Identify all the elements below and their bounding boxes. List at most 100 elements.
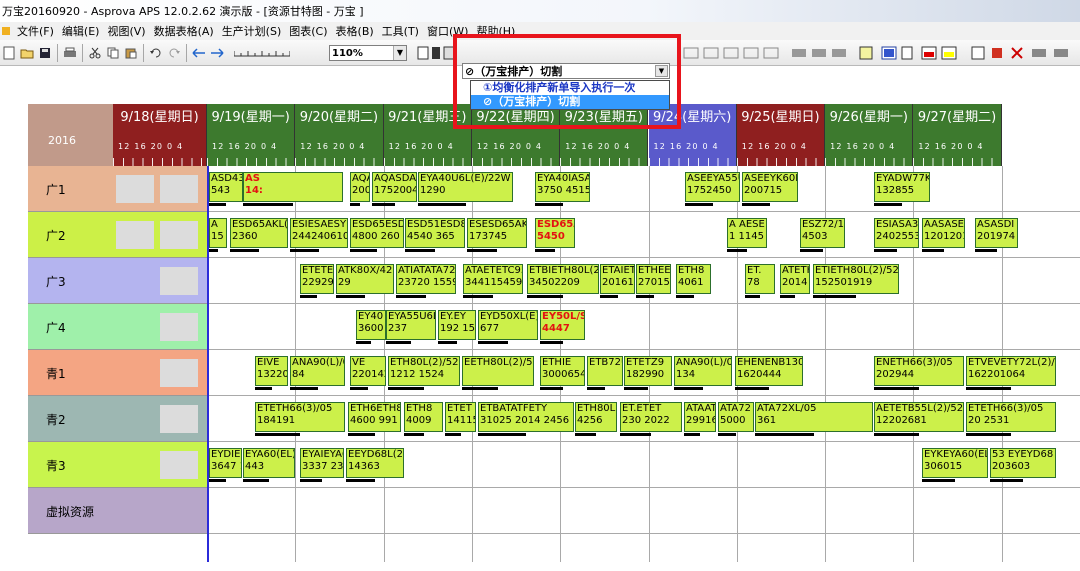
operation-bar[interactable]: ET.ETET 230 2022 — [620, 402, 682, 432]
dropdown-option-selected[interactable]: ⊘（万宝排产）切割 — [471, 95, 669, 109]
operation-bar[interactable]: EYDIE3647 15 — [209, 448, 242, 478]
operation-bar[interactable]: A AESE 1 1145 — [727, 218, 767, 248]
back-icon[interactable] — [190, 44, 208, 62]
chevron-down-icon[interactable]: ▼ — [393, 46, 406, 60]
print-icon[interactable] — [61, 44, 79, 62]
operation-bar[interactable]: EIVE1322013 — [255, 356, 288, 386]
operation-bar[interactable]: ETHIE 3000654 — [540, 356, 585, 386]
operation-bar[interactable]: EYA60(EL)/443 — [243, 448, 295, 478]
operation-bar[interactable]: ETVEVETY72L(2)/162201064 — [966, 356, 1056, 386]
paste-icon[interactable] — [122, 44, 140, 62]
operation-bar[interactable]: EHENENB130/08.3001620444 — [735, 356, 803, 386]
operation-bar[interactable]: ATAETETC95/42TH344115459 — [463, 264, 523, 294]
operation-bar[interactable]: EYA55U6L(E)237 — [386, 310, 436, 340]
chevron-down-icon[interactable]: ▼ — [655, 65, 668, 77]
menu-file[interactable]: 文件(F) — [13, 23, 58, 39]
operation-bar[interactable]: ESD65AKL(2)/2360 — [230, 218, 288, 248]
operation-bar[interactable]: ATK80X/42 29 — [336, 264, 394, 294]
dropdown-option[interactable]: ①均衡化排产新单导入执行一次 — [471, 81, 669, 95]
menu-production-plan[interactable]: 生产计划(S) — [218, 23, 286, 39]
operation-bar[interactable]: EYKEYA60(EL)/S306015 — [922, 448, 988, 478]
operation-bar[interactable]: 53 EYEYD68 203603 — [990, 448, 1056, 478]
operation-bar[interactable]: ATA72 5000 — [718, 402, 754, 432]
operation-bar[interactable]: ESIESAESY72U6(L)244240610 — [290, 218, 348, 248]
operation-bar[interactable]: EY.EY 192 15 — [438, 310, 476, 340]
operation-bar[interactable]: EEYD68L(2E)/04/S.30014363 — [346, 448, 404, 478]
save-icon[interactable] — [36, 44, 54, 62]
menu-help[interactable]: 帮助(H) — [472, 23, 519, 39]
menu-window[interactable]: 窗口(W) — [423, 23, 472, 39]
operation-bar[interactable]: ETH80L(2)/52EVI1212 1524 — [388, 356, 460, 386]
operation-bar[interactable]: EETH80L(2)/56. — [462, 356, 534, 386]
zoom-select[interactable]: 110% ▼ — [329, 45, 407, 61]
operation-bar[interactable]: ETBATATFETY 31025 2014 2456 — [478, 402, 574, 432]
operation-bar[interactable]: ETH8 4009 — [404, 402, 443, 432]
operation-bar[interactable]: ANA90(L)/0284 — [290, 356, 345, 386]
operation-bar[interactable]: ASEEYA55U6L(E)/21752450 — [685, 172, 740, 202]
operation-bar[interactable]: ETB72U6/06 — [587, 356, 623, 386]
operation-bar[interactable]: ETET 14115 — [445, 402, 476, 432]
operation-bar[interactable]: ETH80L 4256 — [575, 402, 617, 432]
operation-bar[interactable]: EY50L/S 4447 — [540, 310, 585, 340]
operation-bar[interactable]: EYD50XL(E). 677 — [478, 310, 538, 340]
operation-bar[interactable]: VE2201424 — [350, 356, 386, 386]
menu-data-table[interactable]: 数据表格(A) — [150, 23, 218, 39]
operation-bar[interactable]: ETAIETH2016159 — [600, 264, 635, 294]
operation-code: EHENENB130/08.300 — [737, 357, 802, 368]
cut-icon[interactable] — [86, 44, 104, 62]
operation-bar[interactable]: ATA72XL/05 361 — [755, 402, 873, 432]
resource-row-label[interactable]: 虚拟资源 — [28, 488, 207, 534]
new-icon[interactable] — [0, 44, 18, 62]
operation-bar[interactable]: ATAATA299166 — [684, 402, 716, 432]
operation-bar[interactable]: AASASE120120143 — [922, 218, 965, 248]
operation-bar[interactable]: ATETH72L(2)/522014 19 — [780, 264, 810, 294]
menu-table[interactable]: 表格(B) — [332, 23, 378, 39]
operation-bar[interactable]: ESZ72/1 4503 — [800, 218, 845, 248]
operation-bar[interactable]: ESD65ESD51A(L)/4800 260 — [350, 218, 404, 248]
operation-bar[interactable]: EYA40IASASAQAS3750 451516175 — [535, 172, 590, 202]
menu-view[interactable]: 视图(V) — [103, 23, 149, 39]
operation-bar[interactable]: ETHEET2701593 — [636, 264, 671, 294]
operation-bar[interactable]: ETETH66(3)/05 20 2531 — [966, 402, 1056, 432]
operation-bar[interactable]: ESD51ESD80A(L)/24540 365 — [405, 218, 465, 248]
menu-edit[interactable]: 编辑(E) — [58, 23, 104, 39]
redo-icon[interactable] — [165, 44, 183, 62]
operation-bar[interactable]: ASEEYK60L(E)/2200715 — [742, 172, 798, 202]
operation-bar[interactable]: ETETZ9 182990 — [624, 356, 672, 386]
open-icon[interactable] — [18, 44, 36, 62]
progress-bar — [463, 295, 493, 298]
ruler-icon[interactable] — [232, 44, 292, 62]
forward-icon[interactable] — [208, 44, 226, 62]
operation-bar[interactable]: ETH8 4061 — [676, 264, 711, 294]
operation-bar[interactable]: ESD65AKL/12I5450 — [535, 218, 575, 248]
scheduling-command-select[interactable]: ⊘（万宝排产）切割 ▼ — [462, 63, 670, 79]
operation-bar[interactable]: ASD43K/15/S.300543 — [209, 172, 243, 202]
operation-bar[interactable]: EYAIEYA60(EL)/32/3337 2313 — [300, 448, 344, 478]
operation-bar[interactable]: ETIETH80L(2)/52.413152501919 — [813, 264, 899, 294]
operation-bar[interactable]: AQAQAW77X200243 — [350, 172, 370, 202]
progress-bar — [755, 433, 814, 436]
operation-bar[interactable]: ESIASA3 2402553 — [874, 218, 919, 248]
operation-bar[interactable]: ENETH66(3)/05 202944 — [874, 356, 964, 386]
menu-chart[interactable]: 图表(C) — [285, 23, 331, 39]
operation-bar[interactable]: A 15 — [209, 218, 227, 248]
operation-bar[interactable]: ETETE229299 — [300, 264, 334, 294]
operation-bar[interactable]: ETBIETH80L(2)/52.34502209 — [527, 264, 599, 294]
undo-icon[interactable] — [147, 44, 165, 62]
operation-bar[interactable]: ETETH66(3)/05 184191 — [255, 402, 345, 432]
operation-bar[interactable]: AETETB55L(2)/52.4 12202681 — [874, 402, 964, 432]
operation-bar[interactable]: ETH6ETH80L/48.44600 991 — [348, 402, 401, 432]
operation-bar[interactable]: EY40 3600 — [356, 310, 386, 340]
operation-bar[interactable]: AQASDASD43K/13175200443 — [372, 172, 417, 202]
operation-bar[interactable]: ASASDI 201974 — [975, 218, 1018, 248]
operation-bar[interactable]: EYA40U6L(E)/22W 1290 — [418, 172, 513, 202]
operation-bar[interactable]: ET. 78 — [745, 264, 775, 294]
operation-bar[interactable]: EYADW77K(OC)/07132855 — [874, 172, 930, 202]
operation-bar[interactable]: ATIATATA72XL/0523720 1559 — [396, 264, 456, 294]
operation-bar[interactable]: ESESD65AKL/12I173745 — [467, 218, 527, 248]
hour-ticks-label: 12 16 20 0 4 — [565, 142, 631, 151]
operation-bar[interactable]: AS 14: — [243, 172, 343, 202]
copy-icon[interactable] — [104, 44, 122, 62]
operation-bar[interactable]: ANA90(L)/0 134 — [674, 356, 732, 386]
menu-tools[interactable]: 工具(T) — [378, 23, 423, 39]
